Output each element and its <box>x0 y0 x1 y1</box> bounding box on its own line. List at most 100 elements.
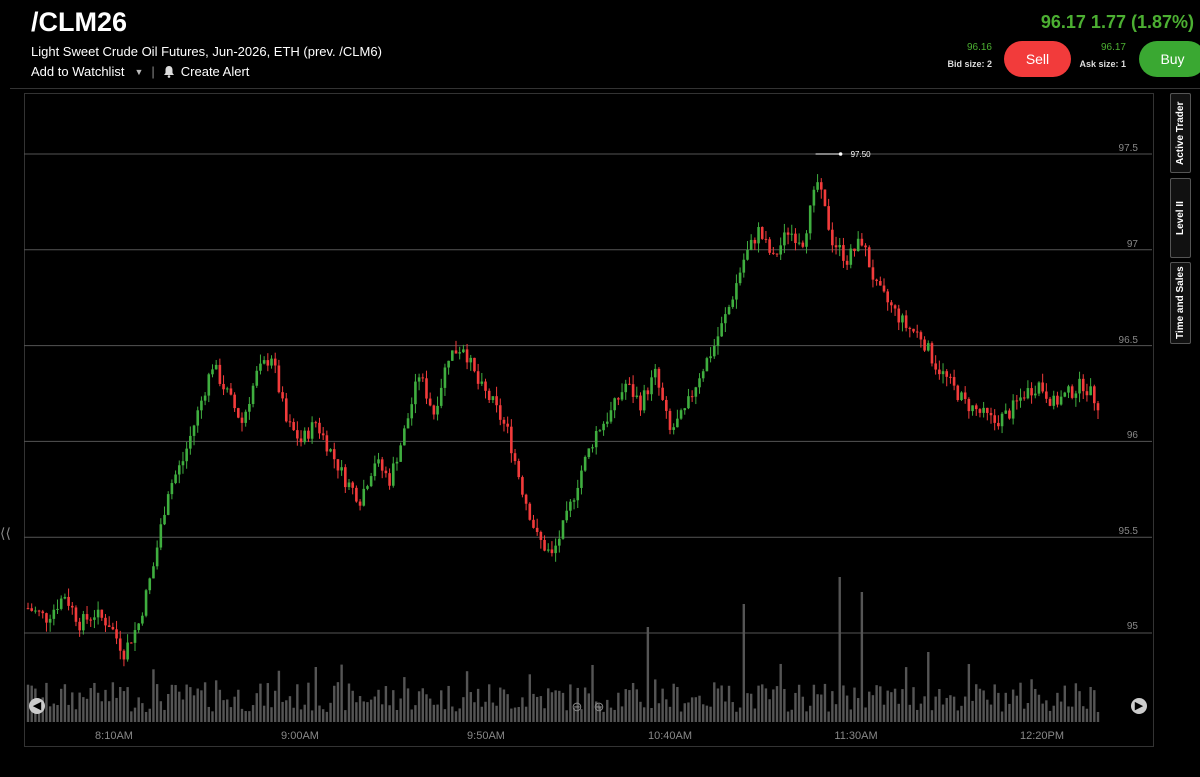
tab-active-trader[interactable]: Active Trader <box>1170 93 1191 173</box>
candle-body <box>871 267 875 280</box>
candle-body <box>56 608 59 610</box>
candle-body <box>572 500 576 502</box>
volume-bar <box>893 688 897 722</box>
volume-bar <box>875 685 878 722</box>
candle-body <box>701 371 705 379</box>
candle-body <box>196 410 200 426</box>
volume-bar <box>299 709 303 722</box>
volume-bar <box>71 692 74 722</box>
candle-body <box>362 488 366 506</box>
zoom-out-icon[interactable]: ⊖ <box>568 698 586 716</box>
volume-bar <box>871 695 875 722</box>
volume-bar <box>960 705 963 722</box>
candle-body <box>532 519 535 528</box>
candle-body <box>915 331 919 333</box>
volume-bar <box>705 705 709 722</box>
volume-bar <box>1011 689 1015 722</box>
candle-body <box>712 345 716 357</box>
candle-body <box>890 302 893 306</box>
candle-body <box>410 404 414 419</box>
candle-body <box>414 381 417 405</box>
volume-bar <box>222 700 225 722</box>
volume-bar <box>333 685 336 722</box>
candle-body <box>218 364 222 384</box>
candle-body <box>986 407 989 413</box>
volume-bar <box>362 701 365 722</box>
scroll-right-icon[interactable]: ▶ <box>1131 698 1147 714</box>
candle-body <box>63 596 67 599</box>
volume-bar <box>443 709 447 722</box>
volume-bar <box>495 705 498 722</box>
candle-body <box>591 447 594 449</box>
volume-bar <box>1026 702 1030 722</box>
candle-body <box>1037 382 1041 394</box>
volume-bar <box>683 703 686 722</box>
candle-body <box>834 245 838 248</box>
volume-bar <box>196 688 199 722</box>
candle-body <box>705 358 709 372</box>
candle-body <box>528 503 532 520</box>
candle-body <box>797 242 801 244</box>
zoom-in-icon[interactable]: ⊕ <box>590 698 608 716</box>
volume-bar <box>181 699 185 722</box>
volume-bar <box>344 710 347 722</box>
candle-body <box>605 421 609 424</box>
y-tick-label: 96 <box>1126 430 1138 441</box>
candle-body <box>332 449 336 460</box>
candle-body <box>757 227 760 244</box>
volume-bar <box>432 704 436 722</box>
candle-body <box>225 388 229 390</box>
volume-bar <box>274 690 277 722</box>
candle-body <box>838 245 842 248</box>
volume-bar <box>130 711 133 722</box>
candle-body <box>222 383 225 390</box>
volume-bar <box>1023 708 1026 722</box>
candle-body <box>137 623 140 631</box>
volume-bar <box>192 695 196 722</box>
candle-body <box>926 343 930 351</box>
candle-body <box>1078 378 1081 394</box>
candle-body <box>1056 395 1059 405</box>
candle-body <box>476 371 480 384</box>
candle-body <box>148 578 152 591</box>
volume-bar <box>986 699 989 722</box>
volume-bar <box>414 705 417 722</box>
candle-body <box>270 358 273 366</box>
volume-bar <box>746 693 749 722</box>
volume-bar <box>462 697 465 722</box>
volume-bar <box>904 667 908 722</box>
scroll-left-icon[interactable]: ◀ <box>29 698 45 714</box>
candle-body <box>358 501 362 506</box>
candle-body <box>78 621 81 631</box>
candle-body <box>26 608 30 610</box>
volume-bar <box>927 652 930 722</box>
volume-bar <box>952 696 956 722</box>
candle-body <box>395 461 399 464</box>
volume-bar <box>779 663 782 722</box>
candle-body <box>665 399 668 411</box>
candle-body <box>487 390 491 401</box>
candle-body <box>845 260 849 265</box>
candle-body <box>786 232 790 235</box>
volume-bar <box>547 688 550 722</box>
volume-bar <box>1082 706 1085 722</box>
volume-bar <box>949 695 952 722</box>
tab-time-and-sales[interactable]: Time and Sales <box>1170 262 1191 344</box>
candle-body <box>897 308 901 323</box>
candle-body <box>1063 392 1067 397</box>
candle-body <box>934 363 937 370</box>
volume-bar <box>48 706 52 722</box>
volume-bar <box>155 684 159 722</box>
volume-bar <box>60 688 63 722</box>
candle-body <box>377 459 380 464</box>
volume-bar <box>1074 683 1078 722</box>
candle-body <box>938 369 941 375</box>
candle-body <box>237 408 240 418</box>
candle-body <box>166 494 170 515</box>
tab-level-ii[interactable]: Level II <box>1170 178 1191 258</box>
volume-bar <box>702 704 705 722</box>
candle-body <box>919 332 923 340</box>
candle-body <box>687 396 690 409</box>
volume-bar <box>251 705 255 722</box>
volume-bar <box>772 689 775 722</box>
